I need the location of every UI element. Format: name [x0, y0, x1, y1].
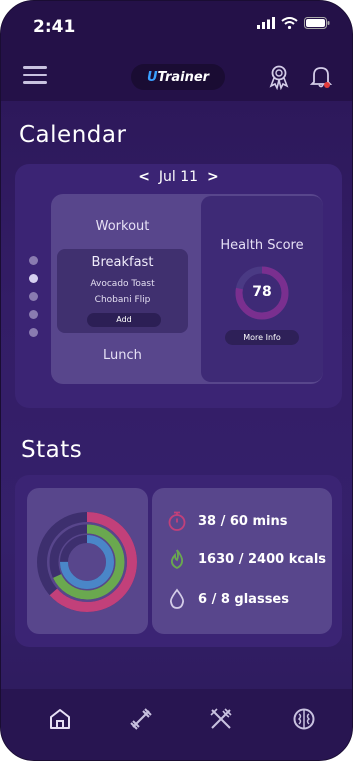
- pager-dot[interactable]: [29, 328, 38, 337]
- day-pager[interactable]: [29, 256, 38, 337]
- food-item: Avocado Toast: [90, 279, 155, 289]
- status-icons: [257, 17, 330, 29]
- calories-metric: 1630 / 2400 kcals: [166, 548, 326, 570]
- health-score-value: 78: [252, 284, 272, 300]
- pager-dot[interactable]: [29, 310, 38, 319]
- add-food-button[interactable]: Add: [87, 313, 161, 327]
- food-item: Chobani Flip: [94, 295, 151, 305]
- breakfast-title: Breakfast: [91, 255, 154, 270]
- brain-icon[interactable]: [291, 706, 317, 732]
- lunch-label[interactable]: Lunch: [57, 348, 188, 363]
- pager-dot-active[interactable]: [29, 274, 38, 283]
- health-score-ring: 78: [234, 265, 290, 321]
- dumbbell-icon[interactable]: [128, 706, 154, 732]
- bottom-nav: [1, 689, 352, 760]
- calendar-card: < Jul 11 > Workout Breakfast Avocado Toa…: [15, 164, 342, 408]
- status-time: 2:41: [33, 17, 76, 37]
- flame-icon: [170, 549, 184, 570]
- pager-dot[interactable]: [29, 256, 38, 265]
- exercise-value: 38 / 60 mins: [198, 513, 288, 529]
- health-score-card: Health Score 78 More Info: [201, 196, 323, 382]
- home-icon[interactable]: [47, 706, 73, 732]
- prev-day-button[interactable]: <: [138, 169, 150, 185]
- signal-icon: [257, 17, 275, 29]
- water-metric: 6 / 8 glasses: [166, 588, 289, 610]
- water-value: 6 / 8 glasses: [198, 591, 289, 607]
- water-drop-icon: [169, 588, 185, 609]
- exercise-metric: 38 / 60 mins: [166, 510, 288, 532]
- workout-label[interactable]: Workout: [57, 219, 188, 234]
- app-bar: U Trainer: [1, 53, 352, 101]
- more-info-button[interactable]: More Info: [225, 330, 299, 345]
- date-navigator: < Jul 11 >: [15, 169, 342, 185]
- menu-icon: [23, 66, 47, 69]
- award-icon[interactable]: [267, 64, 291, 90]
- status-bar: 2:41: [1, 1, 352, 53]
- app-logo: U Trainer: [131, 64, 225, 90]
- stats-card: 38 / 60 mins 1630 / 2400 kcals 6 / 8 gla…: [15, 475, 342, 647]
- breakfast-card[interactable]: Breakfast Avocado Toast Chobani Flip Add: [57, 249, 188, 333]
- notification-bell-icon[interactable]: [309, 64, 333, 90]
- calendar-title: Calendar: [19, 122, 127, 148]
- logo-prefix: U: [146, 69, 158, 85]
- health-score-title: Health Score: [220, 238, 304, 253]
- metrics-panel: 38 / 60 mins 1630 / 2400 kcals 6 / 8 gla…: [152, 488, 332, 634]
- current-date: Jul 11: [158, 169, 199, 185]
- battery-icon: [304, 17, 330, 29]
- phone-screen: 2:41 U Trainer Calendar < Jul 11 > Worko…: [0, 0, 353, 761]
- menu-button[interactable]: [23, 66, 49, 88]
- utensils-icon[interactable]: [208, 706, 234, 732]
- pager-dot[interactable]: [29, 292, 38, 301]
- wifi-icon: [281, 17, 298, 29]
- stats-title: Stats: [21, 437, 83, 463]
- next-day-button[interactable]: >: [207, 169, 219, 185]
- logo-text: Trainer: [157, 69, 210, 85]
- day-panel: Workout Breakfast Avocado Toast Chobani …: [51, 194, 323, 384]
- activity-rings: [27, 488, 148, 634]
- stopwatch-icon: [168, 511, 186, 531]
- calories-value: 1630 / 2400 kcals: [198, 551, 327, 567]
